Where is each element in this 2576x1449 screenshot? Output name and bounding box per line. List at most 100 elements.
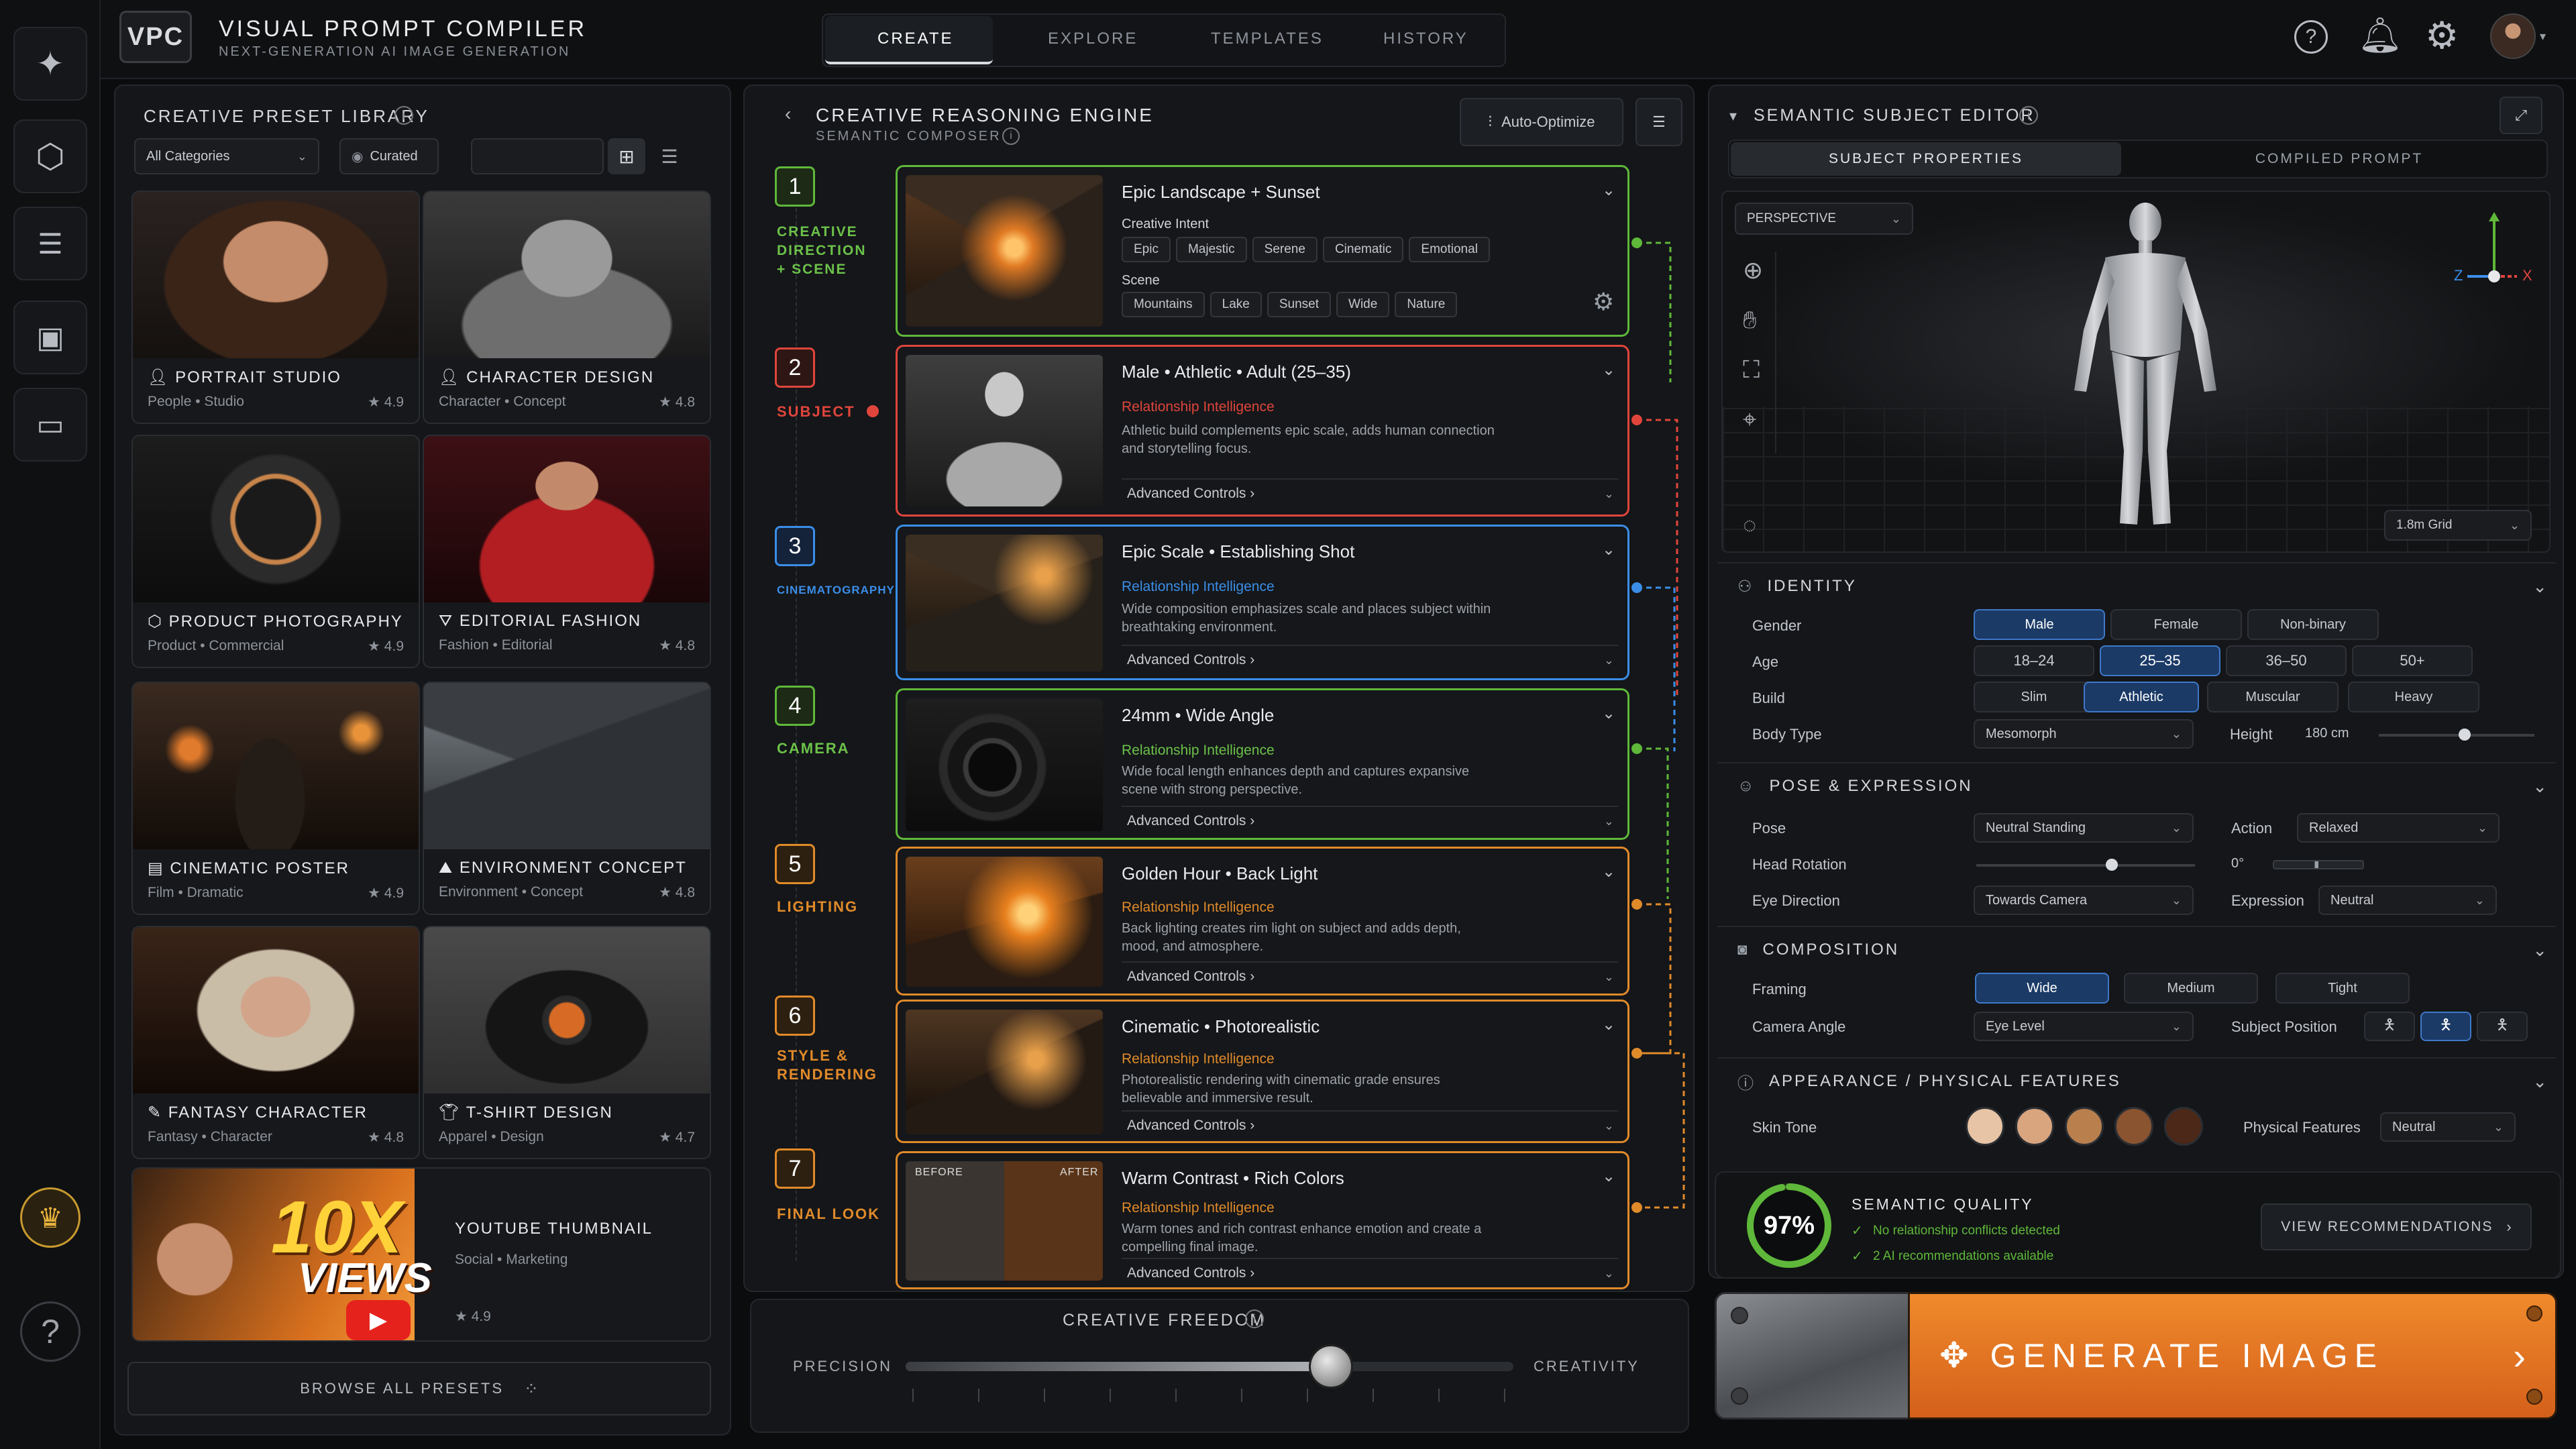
pose-header[interactable]: ☺ POSE & EXPRESSION ⌄ (1717, 762, 2556, 809)
advanced-controls-toggle[interactable]: Advanced Controls › ⌄ (1122, 478, 1618, 508)
preset-card-fantasy[interactable]: ✎ FANTASY CHARACTER Fantasy • Character ★… (131, 926, 420, 1159)
build-slim-button[interactable]: Slim (1974, 682, 2094, 712)
advanced-controls-toggle[interactable]: Advanced Controls › ⌄ (1122, 806, 1618, 835)
settings-sliders-button[interactable]: ☰ (1635, 98, 1682, 146)
chevron-down-icon[interactable]: ⌄ (1602, 540, 1615, 559)
height-slider-handle[interactable] (2458, 729, 2471, 741)
framing-medium-button[interactable]: Medium (2124, 973, 2258, 1004)
mannequin-figure[interactable] (2004, 196, 2286, 538)
build-athletic-button[interactable]: Athletic (2084, 682, 2199, 712)
gear-icon[interactable]: ⚙ (1593, 288, 1614, 316)
generate-image-button[interactable]: ✥ GENERATE IMAGE › (1908, 1292, 2557, 1419)
intent-tag[interactable]: Majestic (1175, 237, 1247, 262)
eye-direction-select[interactable]: Towards Camera ⌄ (1974, 885, 2194, 915)
crown-icon[interactable]: ♛ (20, 1187, 80, 1248)
expression-select[interactable]: Neutral ⌄ (2318, 885, 2497, 915)
skin-swatch-1[interactable] (1966, 1107, 2004, 1146)
position-right-button[interactable]: 🯅︎ (2477, 1012, 2528, 1041)
framing-tight-button[interactable]: Tight (2275, 973, 2410, 1004)
pose-select[interactable]: Neutral Standing ⌄ (1974, 813, 2194, 843)
skin-swatch-5[interactable] (2164, 1107, 2203, 1146)
head-rotation-slider-track[interactable] (1976, 864, 2195, 867)
chevron-down-icon[interactable]: ⌄ (1602, 1015, 1615, 1034)
advanced-controls-toggle[interactable]: Advanced Controls › ⌄ (1122, 645, 1618, 674)
height-slider-track[interactable] (2379, 734, 2534, 737)
step-card-4[interactable]: 24mm • Wide Angle ⌄ Relationship Intelli… (896, 688, 1629, 840)
age-18-24-button[interactable]: 18–24 (1974, 645, 2094, 676)
step-card-1[interactable]: Epic Landscape + Sunset ⌄ Creative Inten… (896, 165, 1629, 337)
appearance-header[interactable]: ⓘ APPEARANCE / PHYSICAL FEATURES ⌄ (1717, 1057, 2556, 1104)
chevron-down-icon[interactable]: ⌄ (1602, 360, 1615, 380)
composition-header[interactable]: ◙ COMPOSITION ⌄ (1717, 926, 2556, 973)
build-heavy-button[interactable]: Heavy (2348, 682, 2479, 712)
tab-compiled-prompt[interactable]: COMPILED PROMPT (2144, 142, 2534, 176)
action-select[interactable]: Relaxed ⌄ (2297, 813, 2500, 843)
collapse-chevron-icon[interactable]: ▾ (1729, 107, 1737, 125)
library-search-input[interactable] (471, 138, 604, 174)
age-50-plus-button[interactable]: 50+ (2352, 645, 2473, 676)
intent-tag[interactable]: Cinematic (1322, 237, 1404, 262)
chevron-down-icon[interactable]: ⌄ (1602, 180, 1615, 200)
advanced-controls-toggle[interactable]: Advanced Controls › ⌄ (1122, 961, 1618, 991)
tab-subject-properties[interactable]: SUBJECT PROPERTIES (1731, 142, 2121, 176)
intent-tag[interactable]: Emotional (1409, 237, 1490, 262)
bell-icon[interactable]: 🔔︎ (2358, 15, 2402, 56)
preset-card-product[interactable]: ⬡ PRODUCT PHOTOGRAPHY Product • Commerci… (131, 435, 420, 668)
focus-icon[interactable]: ⌖ (1743, 405, 1756, 434)
intent-tag[interactable]: Epic (1122, 237, 1171, 262)
age-36-50-button[interactable]: 36–50 (2226, 645, 2347, 676)
scene-tag[interactable]: Sunset (1267, 292, 1332, 317)
step-card-7[interactable]: BEFORE AFTER Warm Contrast • Rich Colors… (896, 1151, 1629, 1289)
rotate-icon[interactable]: ⊕ (1743, 256, 1763, 284)
grid-select[interactable]: 1.8m Grid ⌄ (2384, 510, 2532, 541)
framing-wide-button[interactable]: Wide (1975, 973, 2109, 1004)
view-recommendations-button[interactable]: VIEW RECOMMENDATIONS › (2261, 1203, 2532, 1250)
step-card-6[interactable]: Cinematic • Photorealistic ⌄ Relationshi… (896, 1000, 1629, 1143)
preset-card-tshirt[interactable]: 👕︎ T-SHIRT DESIGN Apparel • Design ★ 4.7 (423, 926, 711, 1159)
scene-tag[interactable]: Nature (1395, 292, 1458, 317)
skin-swatch-3[interactable] (2065, 1107, 2104, 1146)
perspective-select[interactable]: PERSPECTIVE ⌄ (1735, 203, 1913, 235)
scene-tag[interactable]: Lake (1210, 292, 1262, 317)
position-center-button[interactable]: 🯅︎ (2420, 1012, 2471, 1041)
step-card-5[interactable]: Golden Hour • Back Light ⌄ Relationship … (896, 847, 1629, 996)
info-icon[interactable]: i (394, 106, 413, 125)
info-icon[interactable]: i (2019, 106, 2038, 125)
tab-history[interactable]: HISTORY (1383, 30, 1468, 48)
gender-male-button[interactable]: Male (1974, 609, 2105, 640)
advanced-controls-toggle[interactable]: Advanced Controls › ⌄ (1122, 1258, 1618, 1287)
tab-create[interactable]: CREATE (877, 30, 954, 48)
step-card-2[interactable]: Male • Athletic • Adult (25–35) ⌄ Relati… (896, 345, 1629, 517)
category-select[interactable]: All Categories ⌄ (134, 138, 319, 174)
build-muscular-button[interactable]: Muscular (2207, 682, 2339, 712)
preset-card-youtube[interactable]: 10X VIEWS ▶ YOUTUBE THUMBNAIL Social • M… (131, 1167, 711, 1342)
sliders-icon[interactable]: ☰ (13, 207, 87, 280)
chevron-down-icon[interactable]: ⌄ (1602, 862, 1615, 881)
preset-card-environment[interactable]: ⛰︎ ENVIRONMENT CONCEPT Environment • Con… (423, 682, 711, 915)
gear-icon[interactable]: ⚙ (2425, 13, 2459, 58)
preset-card-character[interactable]: 👤︎ CHARACTER DESIGN Character • Concept ★… (423, 191, 711, 424)
tab-templates[interactable]: TEMPLATES (1211, 30, 1324, 48)
scene-tag[interactable]: Mountains (1122, 292, 1205, 317)
info-icon[interactable]: i (1245, 1309, 1264, 1328)
identity-header[interactable]: ⚇ IDENTITY ⌄ (1717, 562, 2556, 609)
position-left-button[interactable]: 🯅︎ (2364, 1012, 2415, 1041)
sparkle-icon[interactable]: ✦ (13, 27, 87, 101)
grid-view-icon[interactable]: ⊞ (608, 138, 645, 174)
chevron-down-icon[interactable]: ⌄ (1602, 1167, 1615, 1186)
3d-viewport[interactable]: PERSPECTIVE ⌄ ⊕ ✋︎ ⛶ ⌖ ◌ 1.8m Grid ⌄ Z X (1721, 191, 2551, 553)
browse-presets-button[interactable]: BROWSE ALL PRESETS ⁘ (127, 1362, 711, 1415)
frame-icon[interactable]: ⛶ (1743, 356, 1760, 384)
info-icon[interactable]: i (1002, 127, 1020, 145)
expand-icon[interactable]: ⤢ (2500, 97, 2542, 134)
freedom-slider-handle[interactable] (1309, 1344, 1354, 1389)
head-rotation-fine-slider[interactable] (2273, 860, 2364, 869)
head-rotation-slider-handle[interactable] (2106, 859, 2118, 871)
step-card-3[interactable]: Epic Scale • Establishing Shot ⌄ Relatio… (896, 525, 1629, 680)
back-chevron-icon[interactable]: ‹ (785, 103, 791, 125)
gender-nonbinary-button[interactable]: Non-binary (2247, 609, 2379, 640)
skin-swatch-4[interactable] (2114, 1107, 2153, 1146)
camera-angle-select[interactable]: Eye Level ⌄ (1974, 1012, 2194, 1041)
hand-icon[interactable]: ✋︎ (1743, 306, 1757, 335)
advanced-controls-toggle[interactable]: Advanced Controls › ⌄ (1122, 1110, 1618, 1140)
